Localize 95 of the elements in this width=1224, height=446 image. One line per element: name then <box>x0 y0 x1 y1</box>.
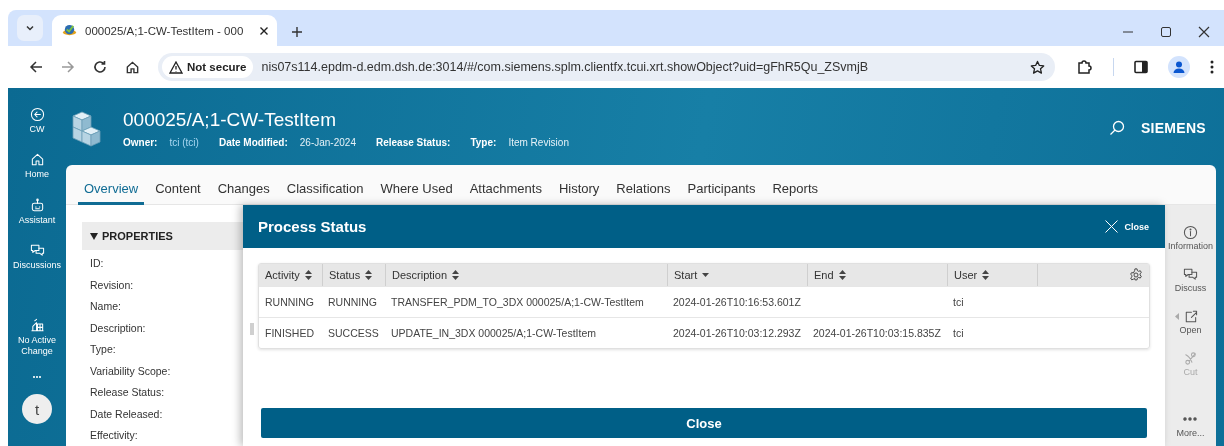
favicon-icon <box>62 23 77 38</box>
table-cell-text: SUCCESS <box>327 327 380 339</box>
table-cell-text: FINISHED <box>264 327 315 339</box>
chat-bubbles-icon <box>1183 267 1198 282</box>
nav-item[interactable]: No Active Change <box>8 318 66 357</box>
sort-descending-icon <box>702 273 710 277</box>
property-label: Variability Scope: <box>89 363 172 379</box>
property-label: Type: <box>89 342 117 357</box>
property-label: Effectivity: <box>89 428 139 443</box>
dialog-title: Process Status <box>258 218 367 235</box>
caret-icon <box>25 23 35 33</box>
property-label: Name: <box>89 299 122 314</box>
column-header[interactable]: User <box>947 264 1037 286</box>
table-cell-text: UPDATE_IN_3DX 000025/A;1-CW-TestItem <box>390 327 598 339</box>
meta-label: Owner: <box>123 137 158 148</box>
url-text: nis07s114.epdm-d.edm.dsh.de:3014/#/com.siemens.splm.clientfx.tcui.xrt.showObject?uid=gFhR5Qu_ZSvmjB <box>261 60 870 74</box>
new-tab-icon[interactable] <box>291 26 303 38</box>
tab-title: 000025/A;1-CW-TestItem - 000 <box>85 24 245 37</box>
address-bar[interactable]: Not secure nis07s114.epdm-d.edm.dsh.de:3014/#/com.siemens.splm.clientfx.tcui.xrt.showObject?uid=gFhR5Qu_ZSvmjB <box>158 53 1055 81</box>
table-cell-text: tci <box>952 327 965 339</box>
nav-item[interactable]: CW <box>8 107 66 135</box>
sort-icon <box>982 270 990 280</box>
chat-bubbles-icon <box>29 243 45 259</box>
profile-avatar[interactable] <box>1168 56 1190 78</box>
meta-value: Item Revision <box>508 137 569 148</box>
side-panel-icon[interactable] <box>1134 60 1148 74</box>
security-chip[interactable]: Not secure <box>162 56 254 78</box>
close-tab-icon[interactable] <box>259 25 269 36</box>
info-icon <box>1183 225 1198 240</box>
section-header[interactable]: PROPERTIES <box>82 222 245 250</box>
tab[interactable]: History <box>552 181 606 205</box>
menu-icon[interactable] <box>1210 60 1214 74</box>
search-icon[interactable] <box>1108 120 1125 136</box>
tab[interactable]: Where Used <box>374 181 459 205</box>
warning-icon <box>169 60 183 74</box>
close-icon <box>1105 220 1119 233</box>
rail-item[interactable]: Open <box>1179 309 1202 335</box>
tab[interactable]: Classification <box>280 181 370 205</box>
table-cell-text: tci <box>952 296 965 308</box>
browser-tab[interactable]: 000025/A;1-CW-TestItem - 000 <box>52 15 277 46</box>
column-header[interactable]: Start <box>667 264 807 286</box>
home-icon <box>29 152 45 168</box>
property-label: ID: <box>89 256 105 271</box>
brand-logo: SIEMENS <box>1140 120 1206 136</box>
rail-item[interactable]: Discuss <box>1174 267 1207 293</box>
property-label: Release Status: <box>89 385 166 400</box>
puzzle-piece-icon[interactable] <box>1077 59 1093 75</box>
maximize-icon[interactable] <box>1160 26 1172 38</box>
open-external-icon <box>1183 309 1198 324</box>
sort-icon <box>304 270 312 280</box>
section-title: PROPERTIES <box>102 230 173 242</box>
column-header[interactable]: Status <box>322 264 385 286</box>
meta-label: Release Status: <box>375 137 451 148</box>
rail-item[interactable]: Information <box>1168 225 1213 251</box>
meta-label: Date Modified: <box>218 137 288 148</box>
sort-icon <box>365 270 373 280</box>
property-label: Revision: <box>89 277 135 293</box>
meta-value: 26-Jan-2024 <box>299 137 356 148</box>
nav-item[interactable]: Home <box>8 152 66 180</box>
tab[interactable]: Reports <box>766 181 824 205</box>
robot-icon <box>29 197 45 213</box>
table-cell-text: RUNNING <box>327 296 378 308</box>
rail-item[interactable]: More... <box>1176 411 1205 438</box>
settings-icon[interactable] <box>1129 268 1143 282</box>
user-avatar[interactable]: t <box>22 394 52 425</box>
tab[interactable]: Attachments <box>463 181 548 205</box>
column-header[interactable]: Activity <box>259 264 322 286</box>
meta-label: Type: <box>470 137 497 148</box>
scissors-icon <box>1183 351 1198 366</box>
tab[interactable]: Relations <box>610 181 677 205</box>
close-icon[interactable] <box>1198 26 1210 38</box>
property-label: Date Released: <box>89 406 164 422</box>
table-cell-text: 2024-01-26T10:03:15.835Z <box>812 327 942 339</box>
tab[interactable]: Participants <box>681 181 762 205</box>
close-button[interactable]: Close <box>261 408 1147 438</box>
building-blocks-icon <box>29 318 45 334</box>
resize-grip-icon[interactable] <box>250 323 254 335</box>
tab[interactable]: Changes <box>211 181 276 205</box>
close-button[interactable]: Close <box>1105 220 1149 233</box>
tab[interactable]: Content <box>149 181 207 205</box>
meta-value: tci (tci) <box>169 137 199 148</box>
column-header[interactable]: End <box>807 264 947 286</box>
nav-item[interactable]: Assistant <box>8 197 66 226</box>
table-cell-text: RUNNING <box>264 296 315 308</box>
object-title: 000025/A;1-CW-TestItem <box>123 108 337 132</box>
column-header[interactable]: Description <box>385 264 667 286</box>
caret-left-icon <box>1175 313 1180 320</box>
sort-icon <box>452 270 460 280</box>
table-cell-text: TRANSFER_PDM_TO_3DX 000025/A;1-CW-TestItem <box>390 296 645 308</box>
table-cell-text: 2024-01-26T10:16:53.601Z <box>672 296 802 308</box>
sort-icon <box>838 270 846 280</box>
bookmark-star-icon[interactable] <box>1030 59 1045 75</box>
table-cell-text: 2024-01-26T10:03:12.293Z <box>672 327 802 339</box>
nav-item[interactable]: Discussions <box>8 243 66 271</box>
property-label: Description: <box>89 320 147 336</box>
